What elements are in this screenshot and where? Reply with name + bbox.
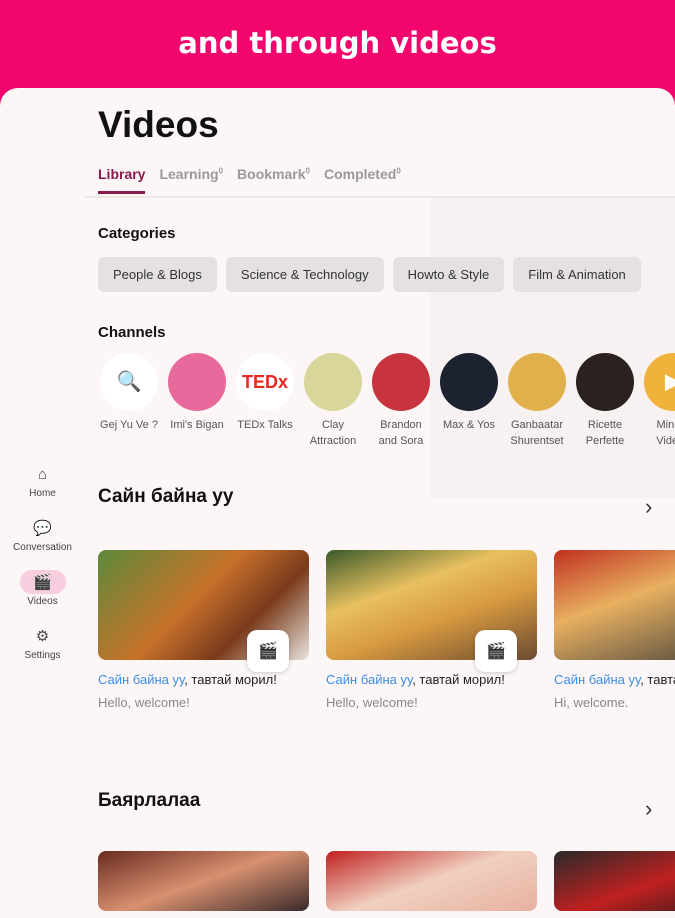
category-list: People & Blogs Science & Technology Howto … bbox=[98, 257, 641, 292]
tab-library[interactable]: Library bbox=[98, 166, 146, 194]
video-title-highlight: Сайн байна уу bbox=[98, 672, 185, 687]
videos-icon: 🎬 bbox=[19, 570, 66, 594]
conversation-icon: 💬 bbox=[33, 520, 52, 537]
tab-count: 0 bbox=[396, 166, 401, 176]
nav-item-home[interactable]: ⌂ Home bbox=[0, 462, 85, 516]
tab-bar: Library Learning0 Bookmark0 Completed0 bbox=[98, 166, 401, 194]
tab-count: 0 bbox=[218, 166, 224, 176]
video-card[interactable] bbox=[554, 851, 675, 911]
channel-item[interactable]: Max & Yos bbox=[438, 353, 500, 449]
categories-heading: Categories bbox=[98, 225, 176, 242]
channel-name: Ricette Perfette bbox=[585, 419, 625, 447]
video-title-highlight: Сайн байна уу bbox=[326, 672, 413, 687]
chevron-right-icon[interactable]: › bbox=[645, 494, 652, 520]
video-subtitle: Hi, welcome. bbox=[554, 695, 629, 710]
channel-name: Minute Videos bbox=[656, 419, 675, 447]
channel-avatar bbox=[168, 353, 226, 411]
video-title-rest: , тавтай морил! bbox=[412, 672, 505, 687]
channel-avatar bbox=[372, 353, 430, 411]
video-card[interactable]: 🎬 Сайн байна уу, тавтай морил! Hello, welc… bbox=[98, 550, 309, 710]
navigation-rail: ⌂ Home 💬 Conversation 🎬 Videos ⚙ Settings bbox=[0, 462, 85, 678]
page-title: Videos bbox=[98, 104, 219, 145]
channel-avatar bbox=[440, 353, 498, 411]
channel-list: 🔍 Gej Yu Ve ? Imi's Bigan TEDx TEDx Talks Cla… bbox=[98, 353, 675, 449]
tab-completed[interactable]: Completed0 bbox=[324, 166, 401, 194]
home-icon: ⌂ bbox=[37, 465, 48, 483]
channel-avatar: ▶ bbox=[644, 353, 675, 411]
video-subtitle: Hello, welcome! bbox=[326, 695, 418, 710]
tab-divider bbox=[85, 196, 675, 198]
tab-label: Learning bbox=[159, 166, 219, 182]
video-card[interactable] bbox=[98, 851, 309, 911]
section-title: Сайн байна уу bbox=[98, 486, 234, 507]
channels-heading: Channels bbox=[98, 324, 166, 341]
video-thumbnail[interactable]: 🎬 bbox=[326, 550, 537, 672]
video-title-rest: , тавтай морил! bbox=[184, 672, 277, 687]
app-window: Videos Library Learning0 Bookmark0 Compl… bbox=[0, 88, 675, 918]
tab-label: Completed bbox=[323, 166, 397, 182]
video-thumbnail[interactable] bbox=[554, 851, 675, 911]
video-card-row bbox=[98, 851, 675, 911]
channel-item[interactable]: 🔍 Gej Yu Ve ? bbox=[98, 353, 160, 449]
video-title: Сайн байна уу, тавтай морил! bbox=[554, 672, 675, 687]
video-card-row: 🎬 Сайн байна уу, тавтай морил! Hello, welc… bbox=[98, 550, 675, 710]
video-clapper-icon[interactable]: 🎬 bbox=[475, 630, 517, 672]
channel-item[interactable]: TEDx TEDx Talks bbox=[234, 353, 296, 449]
settings-icon: ⚙ bbox=[35, 628, 50, 645]
channel-item[interactable]: ▶ Minute Videos bbox=[642, 353, 675, 449]
channel-avatar bbox=[576, 353, 634, 411]
channel-name: TEDx Talks bbox=[237, 419, 293, 431]
promo-banner: and through videos bbox=[178, 26, 497, 60]
tab-count: 0 bbox=[305, 166, 310, 176]
video-title: Сайн байна уу, тавтай морил! bbox=[98, 672, 309, 687]
video-title-rest: , тавтай морил! bbox=[640, 672, 675, 687]
nav-item-videos[interactable]: 🎬 Videos bbox=[0, 570, 85, 624]
channel-item[interactable]: Ganbaatar Shurentset bbox=[506, 353, 568, 449]
channel-name: Clay Attraction bbox=[309, 419, 357, 447]
channel-name: Max & Yos bbox=[443, 419, 495, 431]
nav-label: Videos bbox=[27, 596, 58, 607]
channel-avatar: 🔍 bbox=[100, 353, 158, 411]
nav-label: Conversation bbox=[13, 542, 72, 553]
channel-item[interactable]: Imi's Bigan bbox=[166, 353, 228, 449]
channel-name: Ganbaatar Shurentset bbox=[510, 419, 564, 447]
tab-label: Library bbox=[98, 166, 146, 182]
channel-name: Brandon and Sora bbox=[378, 419, 424, 447]
category-chip[interactable]: Science & Technology bbox=[225, 257, 384, 292]
channel-avatar: TEDx bbox=[236, 353, 294, 411]
nav-item-settings[interactable]: ⚙ Settings bbox=[0, 624, 85, 678]
tab-label: Bookmark bbox=[237, 166, 306, 182]
chevron-right-icon[interactable]: › bbox=[645, 796, 652, 822]
video-thumbnail[interactable] bbox=[326, 851, 537, 911]
video-thumbnail[interactable] bbox=[98, 851, 309, 911]
channel-name: Gej Yu Ve ? bbox=[100, 419, 158, 431]
channel-avatar bbox=[304, 353, 362, 411]
nav-label: Settings bbox=[24, 650, 61, 661]
video-subtitle: Hello, welcome! bbox=[98, 695, 190, 710]
tab-learning[interactable]: Learning0 bbox=[159, 166, 223, 194]
video-thumbnail[interactable] bbox=[554, 550, 675, 660]
category-chip[interactable]: Howto & Style bbox=[392, 257, 505, 292]
section-title: Баярлалаа bbox=[98, 790, 201, 811]
channel-name: Imi's Bigan bbox=[170, 419, 224, 431]
nav-item-conversation[interactable]: 💬 Conversation bbox=[0, 516, 85, 570]
video-card[interactable]: 🎬 Сайн байна уу, тавтай морил! Hello, welc… bbox=[326, 550, 537, 710]
video-card[interactable]: Сайн байна уу, тавтай морил! Hi, welcome. bbox=[554, 550, 675, 710]
channel-item[interactable]: Brandon and Sora bbox=[370, 353, 432, 449]
channel-avatar bbox=[508, 353, 566, 411]
channel-item[interactable]: Ricette Perfette bbox=[574, 353, 636, 449]
video-thumbnail[interactable]: 🎬 bbox=[98, 550, 309, 672]
channel-item[interactable]: Clay Attraction bbox=[302, 353, 364, 449]
video-title-highlight: Сайн байна уу bbox=[554, 672, 641, 687]
background-decoration bbox=[430, 198, 675, 498]
tab-bookmark[interactable]: Bookmark0 bbox=[237, 166, 310, 194]
nav-label: Home bbox=[29, 488, 56, 499]
video-title: Сайн байна уу, тавтай морил! bbox=[326, 672, 537, 687]
category-chip[interactable]: People & Blogs bbox=[98, 257, 217, 292]
video-card[interactable] bbox=[326, 851, 537, 911]
video-clapper-icon[interactable]: 🎬 bbox=[247, 630, 289, 672]
category-chip[interactable]: Film & Animation bbox=[513, 257, 641, 292]
